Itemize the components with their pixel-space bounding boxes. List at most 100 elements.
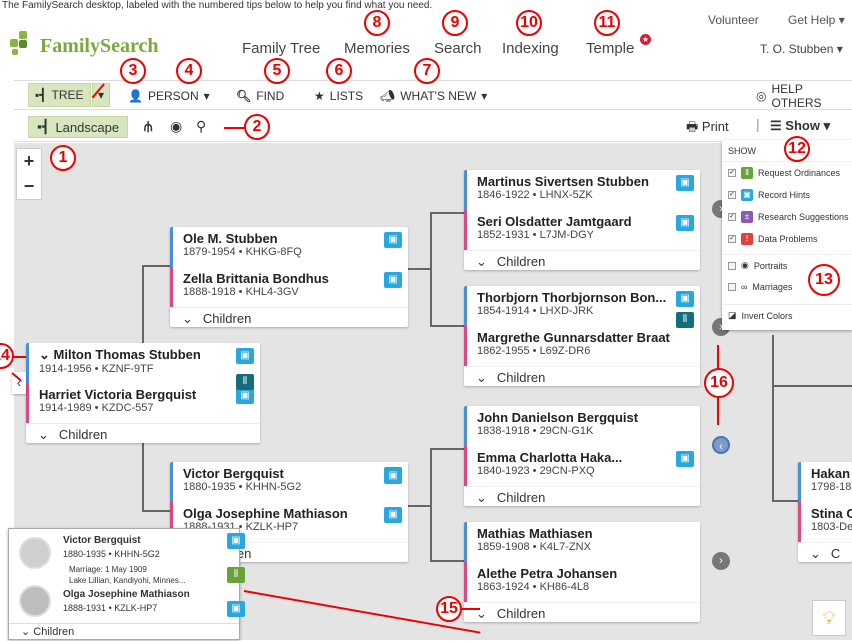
descendancy-icon[interactable]: ⚲ bbox=[196, 118, 206, 135]
show-option-data-problems[interactable]: ✓! Data Problems bbox=[722, 228, 852, 250]
root-couple-card[interactable]: ⌄ Milton Thomas Stubben 1914-1956 • KZNF-… bbox=[26, 343, 260, 443]
temple-ordinance-icon[interactable]: ⫴ bbox=[676, 312, 694, 328]
gp-card-1[interactable]: Martinus Sivertsen Stubben 1846-1922 • LH… bbox=[464, 170, 700, 270]
find-button[interactable]: 🔍︎ FIND bbox=[236, 87, 284, 105]
record-hint-icon[interactable]: ▣ bbox=[384, 468, 402, 484]
person-father[interactable]: Victor Bergquist1880-1935 • KHHN-5G2⫴ bbox=[170, 462, 408, 502]
annotation-badge: 1 bbox=[50, 145, 76, 171]
record-hint-icon[interactable]: ▣ bbox=[676, 175, 694, 191]
zoom-out-button[interactable]: − bbox=[24, 176, 35, 197]
person-menu[interactable]: 👤 PERSON ▾ bbox=[128, 87, 210, 105]
record-hint-icon[interactable]: ▣ bbox=[384, 272, 402, 288]
children-toggle[interactable]: ⌄Children bbox=[464, 366, 700, 386]
zoom-control: + − bbox=[16, 148, 42, 200]
person-gp[interactable]: Alethe Petra Johansen 1863-1924 • KH86-4L… bbox=[464, 562, 700, 602]
tree-logo-icon bbox=[10, 31, 34, 61]
record-hint-icon[interactable]: ▣ bbox=[236, 348, 254, 364]
person-gp[interactable]: John Danielson Bergquist 1838-1918 • 29CN… bbox=[464, 406, 700, 446]
whats-new-menu[interactable]: 📣︎ WHAT'S NEW ▾ bbox=[380, 87, 487, 105]
record-hint-icon[interactable]: ▣ bbox=[676, 215, 694, 231]
ordinance-icon[interactable]: ⫴ bbox=[227, 567, 245, 583]
person-gp[interactable]: Martinus Sivertsen Stubben 1846-1922 • LH… bbox=[464, 170, 700, 210]
landscape-view-button[interactable]: ▪┫ Landscape bbox=[28, 116, 129, 138]
annotation-badge: 4 bbox=[176, 58, 202, 84]
tree-button[interactable]: ▪┫ TREE bbox=[28, 83, 91, 107]
person-gp[interactable]: Emma Charlotta Haka... 1840-1923 • 29CN-P… bbox=[464, 446, 700, 486]
gp-card-2[interactable]: Thorbjorn Thorbjornson Bon... 1854-1914 •… bbox=[464, 286, 700, 386]
record-hint-icon[interactable]: ▣ bbox=[384, 507, 402, 523]
volunteer-link[interactable]: Volunteer bbox=[708, 13, 759, 27]
connector-line bbox=[142, 510, 170, 512]
record-hint-icon[interactable]: ▣ bbox=[227, 601, 245, 617]
children-toggle[interactable]: ⌄Children bbox=[26, 423, 260, 443]
star-icon: ★ bbox=[314, 89, 325, 103]
show-option-invert-colors[interactable]: ◪ Invert Colors bbox=[722, 304, 852, 326]
gp-card-3[interactable]: John Danielson Bergquist 1838-1918 • 29CN… bbox=[464, 406, 700, 506]
person-root-wife[interactable]: Harriet Victoria Bergquist 1914-1989 • KZ… bbox=[26, 383, 260, 423]
nav-family-tree[interactable]: Family Tree bbox=[242, 40, 320, 57]
person-gp[interactable]: Seri Olsdatter Jamtgaard 1852-1931 • L7JM… bbox=[464, 210, 700, 250]
children-toggle[interactable]: ⌄Children bbox=[464, 486, 700, 506]
annotation-arrow bbox=[12, 356, 26, 358]
person-gp[interactable]: Margrethe Gunnarsdatter Braatun 1862-1955… bbox=[464, 312, 700, 366]
record-hint-icon[interactable]: ▣ bbox=[384, 232, 402, 248]
get-help-link[interactable]: Get Help ▾ bbox=[788, 13, 845, 27]
help-others-button[interactable]: ◎ HELP OTHERS bbox=[756, 82, 852, 110]
record-hint-icon[interactable]: ▣ bbox=[676, 451, 694, 467]
children-toggle[interactable]: ⌄Children bbox=[464, 602, 700, 622]
zoom-in-button[interactable]: + bbox=[24, 151, 35, 172]
fan-chart-icon[interactable]: ◉ bbox=[170, 118, 182, 135]
record-hint-icon[interactable]: ▣ bbox=[236, 388, 254, 404]
wife-portrait bbox=[19, 585, 51, 617]
record-hint-icon[interactable]: ▣ bbox=[676, 291, 694, 307]
edge-couple-card[interactable]: Hakan1798-187 Stina C1803-De ⌄C bbox=[798, 462, 852, 562]
gp-card-4[interactable]: Mathias Mathiasen 1859-1908 • K4L7-ZNX Al… bbox=[464, 522, 700, 622]
nav-temple[interactable]: Temple bbox=[586, 40, 634, 57]
children-toggle[interactable]: ⌄ C bbox=[798, 542, 852, 562]
caret-down-icon: ▾ bbox=[203, 89, 210, 103]
nav-memories[interactable]: Memories bbox=[344, 40, 410, 57]
lists-button[interactable]: ★ LISTS bbox=[314, 87, 363, 105]
user-menu[interactable]: T. O. Stubben ▾ bbox=[760, 42, 843, 56]
annotation-badge: 15 bbox=[436, 596, 462, 622]
connector-line bbox=[430, 212, 464, 214]
connector-line bbox=[772, 335, 774, 501]
person-father[interactable]: Ole M. Stubben 1879-1954 • KHKG-8FQ ▣ bbox=[170, 227, 408, 267]
person-edge[interactable]: Hakan1798-187 bbox=[798, 462, 852, 502]
person-root-husband[interactable]: ⌄ Milton Thomas Stubben 1914-1956 • KZNF-… bbox=[26, 343, 260, 383]
checkbox-checked-icon[interactable]: ✓ bbox=[728, 191, 736, 199]
person-gp[interactable]: Thorbjorn Thorbjornson Bon... 1854-1914 •… bbox=[464, 286, 700, 326]
show-option-research-suggestions[interactable]: ✓ ± Research Suggestions bbox=[722, 206, 852, 228]
checkbox-checked-icon[interactable]: ✓ bbox=[728, 235, 736, 243]
children-toggle[interactable]: ⌄Children bbox=[464, 250, 700, 270]
record-hint-icon[interactable]: ▣ bbox=[227, 533, 245, 549]
expand-right-button[interactable]: ‹ bbox=[712, 436, 730, 454]
show-option-record-hints[interactable]: ✓ ▣ Record Hints bbox=[722, 184, 852, 206]
annotation-badge: 5 bbox=[264, 58, 290, 84]
show-option-request-ordinances[interactable]: ✓ ⫴ Request Ordinances bbox=[722, 162, 852, 184]
person-gp[interactable]: Mathias Mathiasen 1859-1908 • K4L7-ZNX bbox=[464, 522, 700, 562]
nav-search[interactable]: Search bbox=[434, 40, 482, 57]
chevron-down-icon: ⌄ bbox=[182, 310, 193, 326]
checkbox-checked-icon[interactable]: ✓ bbox=[728, 213, 736, 221]
children-toggle[interactable]: ⌄ Children bbox=[9, 623, 239, 641]
nav-indexing[interactable]: Indexing bbox=[502, 40, 559, 57]
parents-top-card[interactable]: Ole M. Stubben 1879-1954 • KHKG-8FQ ▣ Zell… bbox=[170, 227, 408, 327]
print-button[interactable]: 🖶︎ Print bbox=[686, 118, 729, 140]
lifebuoy-icon: ◎ bbox=[756, 89, 767, 103]
temple-ordinance-icon[interactable]: ⫴ bbox=[236, 374, 254, 390]
expand-right-button[interactable]: › bbox=[712, 552, 730, 570]
annotation-badge: 6 bbox=[326, 58, 352, 84]
checkbox-icon[interactable] bbox=[728, 261, 736, 270]
checkbox-icon[interactable] bbox=[728, 283, 736, 291]
person-mother[interactable]: Zella Brittania Bondhus 1888-1918 • KHL4-… bbox=[170, 267, 408, 307]
search-icon: 🔍︎ bbox=[236, 89, 252, 103]
tips-button[interactable]: 💡︎ bbox=[812, 600, 846, 636]
show-button[interactable]: ☰ Show ▾ bbox=[770, 118, 830, 134]
children-toggle[interactable]: ⌄Children bbox=[170, 307, 408, 327]
checkbox-checked-icon[interactable]: ✓ bbox=[728, 169, 736, 177]
person-edge[interactable]: Stina C 1803-De bbox=[798, 502, 852, 542]
connector-line bbox=[142, 265, 170, 267]
portrait-view-icon[interactable]: ⫛ bbox=[144, 118, 152, 135]
annotation-badge: 12 bbox=[784, 136, 810, 162]
